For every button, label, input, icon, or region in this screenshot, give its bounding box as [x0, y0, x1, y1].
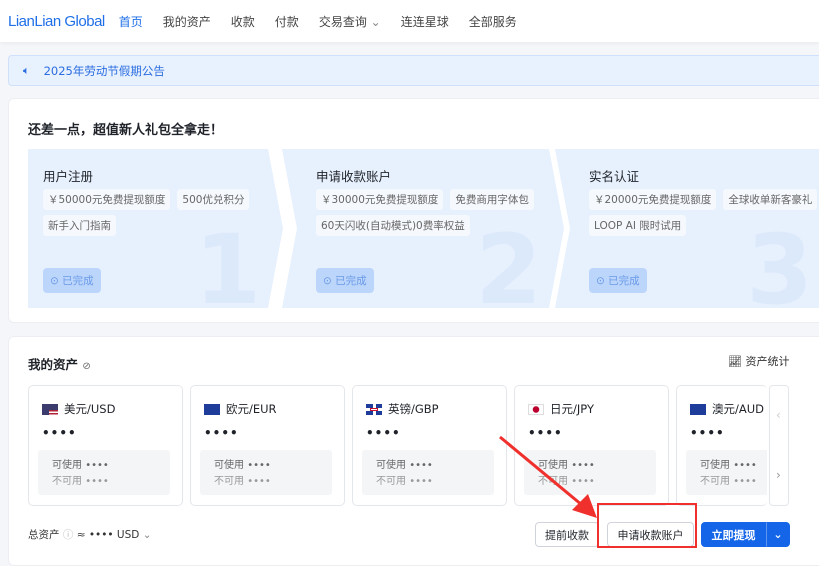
arrow-line: [499, 435, 589, 512]
annotation-arrow: [499, 435, 597, 518]
arrow-head: [572, 494, 597, 518]
